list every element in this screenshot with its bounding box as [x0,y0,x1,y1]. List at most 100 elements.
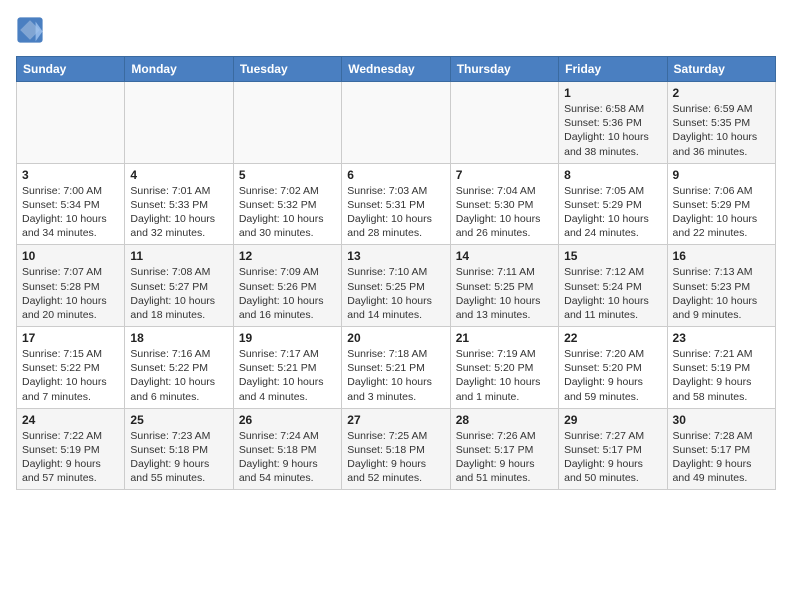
weekday-header-sunday: Sunday [17,57,125,82]
calendar-cell [233,82,341,164]
day-number: 21 [456,331,553,345]
day-info: Sunrise: 7:26 AM Sunset: 5:17 PM Dayligh… [456,429,553,486]
calendar-cell: 14Sunrise: 7:11 AM Sunset: 5:25 PM Dayli… [450,245,558,327]
day-info: Sunrise: 7:10 AM Sunset: 5:25 PM Dayligh… [347,265,444,322]
calendar-cell: 15 Sunrise: 7:12 AM Sunset: 5:24 PM Dayli… [559,245,667,327]
day-info: Sunrise: 7:21 AM Sunset: 5:19 PM Dayligh… [673,347,770,404]
week-row-2: 3 Sunrise: 7:00 AM Sunset: 5:34 PM Daylig… [17,163,776,245]
day-number: 17 [22,331,119,345]
weekday-header-thursday: Thursday [450,57,558,82]
calendar-cell: 11 Sunrise: 7:08 AM Sunset: 5:27 PM Dayli… [125,245,233,327]
day-info: Sunrise: 7:18 AM Sunset: 5:21 PM Dayligh… [347,347,444,404]
day-number: 15 [564,249,661,263]
calendar-cell [342,82,450,164]
calendar-table: SundayMondayTuesdayWednesdayThursdayFrid… [16,56,776,490]
day-number: 14 [456,249,553,263]
day-info: Sunrise: 7:15 AM Sunset: 5:22 PM Dayligh… [22,347,119,404]
day-number: 6 [347,168,444,182]
day-info: Sunrise: 7:07 AM Sunset: 5:28 PM Dayligh… [22,265,119,322]
day-number: 25 [130,413,227,427]
day-info: Sunrise: 7:06 AM Sunset: 5:29 PM Dayligh… [673,184,770,241]
week-row-1: 1 Sunrise: 6:58 AM Sunset: 5:36 PM Daylig… [17,82,776,164]
day-number: 4 [130,168,227,182]
calendar-cell: 4 Sunrise: 7:01 AM Sunset: 5:33 PM Daylig… [125,163,233,245]
logo [16,16,48,44]
day-info: Sunrise: 7:23 AM Sunset: 5:18 PM Dayligh… [130,429,227,486]
weekday-header-saturday: Saturday [667,57,775,82]
day-number: 19 [239,331,336,345]
day-info: Sunrise: 7:12 AM Sunset: 5:24 PM Dayligh… [564,265,661,322]
calendar-cell: 18Sunrise: 7:16 AM Sunset: 5:22 PM Dayli… [125,327,233,409]
day-info: Sunrise: 7:19 AM Sunset: 5:20 PM Dayligh… [456,347,553,404]
day-info: Sunrise: 6:59 AM Sunset: 5:35 PM Dayligh… [673,102,770,159]
calendar-cell: 1 Sunrise: 6:58 AM Sunset: 5:36 PM Daylig… [559,82,667,164]
weekday-header-row: SundayMondayTuesdayWednesdayThursdayFrid… [17,57,776,82]
calendar-cell: 22 Sunrise: 7:20 AM Sunset: 5:20 PM Dayli… [559,327,667,409]
day-info: Sunrise: 7:16 AM Sunset: 5:22 PM Dayligh… [130,347,227,404]
calendar-cell [17,82,125,164]
calendar-cell: 27 Sunrise: 7:25 AM Sunset: 5:18 PM Dayli… [342,408,450,490]
day-info: Sunrise: 7:27 AM Sunset: 5:17 PM Dayligh… [564,429,661,486]
calendar-cell: 26 Sunrise: 7:24 AM Sunset: 5:18 PM Dayli… [233,408,341,490]
day-number: 9 [673,168,770,182]
calendar-cell: 12 Sunrise: 7:09 AM Sunset: 5:26 PM Dayli… [233,245,341,327]
day-number: 5 [239,168,336,182]
day-number: 16 [673,249,770,263]
weekday-header-wednesday: Wednesday [342,57,450,82]
calendar-cell: 24 Sunrise: 7:22 AM Sunset: 5:19 PM Dayli… [17,408,125,490]
calendar-cell: 5 Sunrise: 7:02 AM Sunset: 5:32 PM Daylig… [233,163,341,245]
day-number: 11 [130,249,227,263]
day-number: 13 [347,249,444,263]
day-info: Sunrise: 7:25 AM Sunset: 5:18 PM Dayligh… [347,429,444,486]
day-number: 1 [564,86,661,100]
weekday-header-monday: Monday [125,57,233,82]
day-number: 27 [347,413,444,427]
calendar-cell: 29 Sunrise: 7:27 AM Sunset: 5:17 PM Dayli… [559,408,667,490]
calendar-cell: 3 Sunrise: 7:00 AM Sunset: 5:34 PM Daylig… [17,163,125,245]
day-info: Sunrise: 7:08 AM Sunset: 5:27 PM Dayligh… [130,265,227,322]
calendar-cell: 25 Sunrise: 7:23 AM Sunset: 5:18 PM Dayli… [125,408,233,490]
day-info: Sunrise: 7:03 AM Sunset: 5:31 PM Dayligh… [347,184,444,241]
day-info: Sunrise: 7:02 AM Sunset: 5:32 PM Dayligh… [239,184,336,241]
day-number: 28 [456,413,553,427]
calendar-cell: 28 Sunrise: 7:26 AM Sunset: 5:17 PM Dayli… [450,408,558,490]
day-number: 3 [22,168,119,182]
day-number: 10 [22,249,119,263]
day-number: 7 [456,168,553,182]
calendar-cell: 19 Sunrise: 7:17 AM Sunset: 5:21 PM Dayli… [233,327,341,409]
day-number: 22 [564,331,661,345]
day-info: Sunrise: 7:28 AM Sunset: 5:17 PM Dayligh… [673,429,770,486]
day-number: 12 [239,249,336,263]
day-info: Sunrise: 7:13 AM Sunset: 5:23 PM Dayligh… [673,265,770,322]
calendar-cell [125,82,233,164]
calendar-cell: 13 Sunrise: 7:10 AM Sunset: 5:25 PM Dayli… [342,245,450,327]
calendar-cell: 30Sunrise: 7:28 AM Sunset: 5:17 PM Dayli… [667,408,775,490]
weekday-header-tuesday: Tuesday [233,57,341,82]
calendar-cell: 20 Sunrise: 7:18 AM Sunset: 5:21 PM Dayli… [342,327,450,409]
weekday-header-friday: Friday [559,57,667,82]
calendar-cell: 2Sunrise: 6:59 AM Sunset: 5:35 PM Daylig… [667,82,775,164]
day-info: Sunrise: 6:58 AM Sunset: 5:36 PM Dayligh… [564,102,661,159]
day-info: Sunrise: 7:17 AM Sunset: 5:21 PM Dayligh… [239,347,336,404]
calendar-cell: 16 Sunrise: 7:13 AM Sunset: 5:23 PM Dayli… [667,245,775,327]
week-row-5: 24 Sunrise: 7:22 AM Sunset: 5:19 PM Dayli… [17,408,776,490]
day-info: Sunrise: 7:01 AM Sunset: 5:33 PM Dayligh… [130,184,227,241]
day-number: 24 [22,413,119,427]
calendar-cell: 7 Sunrise: 7:04 AM Sunset: 5:30 PM Daylig… [450,163,558,245]
day-info: Sunrise: 7:00 AM Sunset: 5:34 PM Dayligh… [22,184,119,241]
calendar-cell: 6 Sunrise: 7:03 AM Sunset: 5:31 PM Daylig… [342,163,450,245]
day-info: Sunrise: 7:22 AM Sunset: 5:19 PM Dayligh… [22,429,119,486]
day-number: 20 [347,331,444,345]
week-row-3: 10 Sunrise: 7:07 AM Sunset: 5:28 PM Dayli… [17,245,776,327]
day-number: 26 [239,413,336,427]
day-info: Sunrise: 7:09 AM Sunset: 5:26 PM Dayligh… [239,265,336,322]
week-row-4: 17 Sunrise: 7:15 AM Sunset: 5:22 PM Dayli… [17,327,776,409]
day-info: Sunrise: 7:20 AM Sunset: 5:20 PM Dayligh… [564,347,661,404]
day-number: 29 [564,413,661,427]
day-info: Sunrise: 7:24 AM Sunset: 5:18 PM Dayligh… [239,429,336,486]
day-info: Sunrise: 7:05 AM Sunset: 5:29 PM Dayligh… [564,184,661,241]
day-number: 23 [673,331,770,345]
logo-icon [16,16,44,44]
day-info: Sunrise: 7:04 AM Sunset: 5:30 PM Dayligh… [456,184,553,241]
calendar-cell: 9 Sunrise: 7:06 AM Sunset: 5:29 PM Daylig… [667,163,775,245]
